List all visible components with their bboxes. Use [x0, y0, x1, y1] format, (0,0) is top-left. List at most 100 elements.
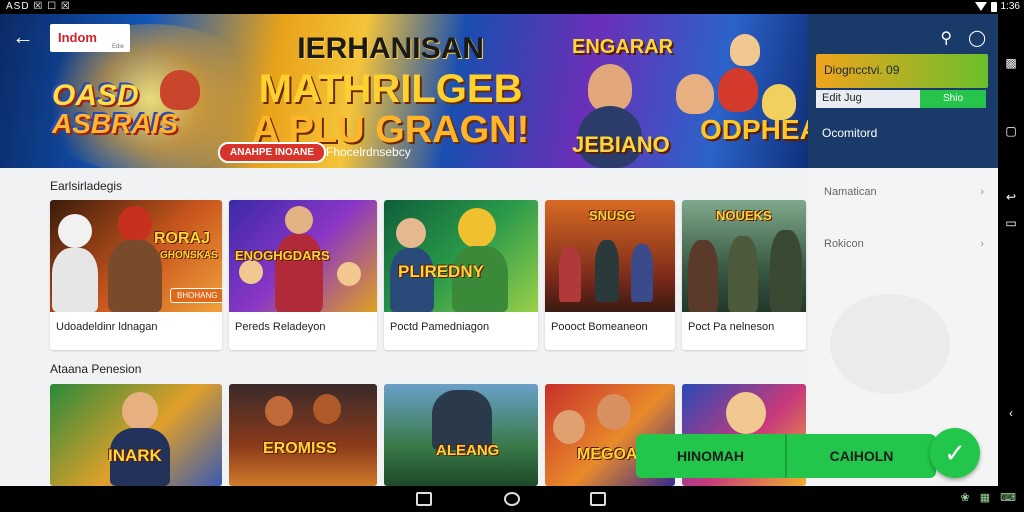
game-art-title: ENOGHGDARS [235, 248, 330, 263]
game-card-caption: Pereds Reladeyon [235, 321, 326, 333]
character-figure [730, 34, 760, 66]
character-head [553, 410, 585, 444]
character-body [728, 236, 758, 312]
section-title: Earlsirladegis [50, 179, 123, 193]
game-art-title: NOUEKS [716, 208, 772, 223]
status-bar: ASD ☒ ☐ ☒ 1:36 [0, 0, 1024, 14]
game-card-caption: Poctd Pamedniagon [390, 321, 490, 333]
tray-icons: ❀ ▦ ⌨ [960, 491, 1016, 504]
chevron-right-icon: › [980, 238, 984, 250]
chevron-right-icon: › [980, 186, 984, 198]
game-art: NOUEKS [682, 200, 806, 312]
section-title: Ataana Penesion [50, 362, 142, 376]
game-card[interactable]: INARK [50, 384, 222, 486]
sticker-top: ENGARAR [572, 36, 674, 58]
plant-icon: ❀ [960, 492, 970, 504]
game-art-subtitle: GHONSKAS [160, 250, 218, 261]
character-head [58, 214, 92, 248]
panel-row: Edit Jug Shio [816, 90, 986, 108]
character-head [458, 208, 496, 248]
battery-icon [990, 1, 997, 12]
game-logo-line2: ASBRAIS [52, 108, 179, 139]
game-card[interactable]: ENOGHGDARS Pereds Reladeyon [229, 200, 377, 350]
character-figure [718, 68, 758, 112]
game-art: ALEANG [384, 384, 538, 486]
character-figure [676, 74, 714, 114]
back-icon[interactable]: ↩ [1004, 190, 1018, 204]
character-head [285, 206, 313, 234]
side-panel: ⚲ ◯ Diogncctvi. 09 Edit Jug Shio Ocomito… [808, 14, 998, 168]
back-nav-icon[interactable] [416, 492, 432, 506]
game-card-caption: Poct Pa nelneson [688, 321, 775, 333]
panel-list-item-label: Namatican [824, 186, 877, 198]
sticker-mid: JEBIANO [572, 132, 670, 157]
primary-action-button[interactable]: HINOMAH [636, 434, 785, 478]
panel-row-label: Edit Jug [822, 92, 862, 104]
panel-row-button[interactable]: Shio [920, 90, 986, 108]
app-icon: ▦ [979, 492, 991, 504]
search-icon[interactable]: ⚲ [940, 28, 952, 48]
home-icon[interactable] [504, 492, 520, 506]
character-body [631, 244, 653, 302]
game-card[interactable]: NOUEKS Poct Pa nelneson [682, 200, 806, 350]
game-art: ENOGHGDARS [229, 200, 377, 312]
character-head [597, 394, 631, 430]
character-body [52, 248, 98, 312]
app: ← Indom Edie OASD ASBRAIS IERHANISAN MAT… [0, 14, 998, 486]
keyboard-icon: ⌨ [1000, 492, 1016, 504]
game-card[interactable]: ALEANG [384, 384, 538, 486]
game-card[interactable]: RORAJ GHONSKAS BHOHANG Udoadeldinr ldnag… [50, 200, 222, 350]
chat-icon[interactable]: ◯ [968, 28, 986, 48]
game-art-title: ALEANG [436, 442, 500, 459]
brand-name: Indom [58, 30, 97, 45]
cast-icon[interactable]: ▩ [1004, 56, 1018, 70]
panel-list-item[interactable]: Namatican › [824, 186, 984, 198]
panel-highlight[interactable]: Diogncctvi. 09 [816, 54, 988, 88]
panel-text: Ocomitord [822, 126, 878, 140]
secondary-action-button[interactable]: CAIHOLN [787, 434, 936, 478]
sticker-right: ODPHEAD [700, 114, 808, 145]
check-icon[interactable]: ✓ [930, 428, 980, 478]
game-art: RORAJ GHONSKAS BHOHANG [50, 200, 222, 312]
game-logo-line1: OASD [52, 79, 139, 112]
game-art: SNUSG [545, 200, 675, 312]
game-card[interactable]: SNUSG Poooct Bomeaneon [545, 200, 675, 350]
window-icon[interactable]: ▢ [1004, 124, 1018, 138]
chevron-left-icon[interactable]: ‹ [1004, 406, 1018, 420]
game-art: INARK [50, 384, 222, 486]
character-head [118, 206, 152, 242]
game-logo: OASD ASBRAIS [52, 79, 179, 139]
action-bar: HINOMAH CAIHOLN [636, 434, 936, 478]
recent-icon[interactable]: ▭ [1004, 216, 1018, 230]
character-body [275, 234, 323, 312]
back-arrow-icon[interactable]: ← [12, 24, 38, 50]
character-head [313, 394, 341, 424]
character-head [396, 218, 426, 248]
game-art-title: EROMISS [263, 440, 337, 457]
banner-cta-button[interactable]: ANAHPE INOANE [218, 142, 326, 163]
hero-banner[interactable]: ← Indom Edie OASD ASBRAIS IERHANISAN MAT… [0, 14, 808, 168]
recents-icon[interactable] [590, 492, 606, 506]
screen: ASD ☒ ☐ ☒ 1:36 ← Indom Edie OASD ASBRAIS… [0, 0, 1024, 512]
game-art-title: RORAJ [154, 230, 211, 247]
character-figure [588, 64, 632, 112]
brand-sub: Edie [111, 44, 124, 50]
panel-top-icons: ⚲ ◯ [940, 28, 986, 48]
hero-title-line1: IERHANISAN [297, 32, 484, 65]
game-card[interactable]: PLIREDNY Poctd Pamedniagon [384, 200, 538, 350]
creature-body [432, 390, 492, 450]
decorative-circle [830, 294, 950, 394]
panel-list-item[interactable]: Rokicon › [824, 238, 984, 250]
character-head [337, 262, 361, 286]
character-head [265, 396, 293, 426]
game-art: EROMISS [229, 384, 377, 486]
hero-title-line2: MATHRILGEB [258, 67, 523, 111]
game-art-title: PLIREDNY [398, 262, 484, 281]
game-art-title: SNUSG [589, 208, 636, 223]
game-card-caption: Poooct Bomeaneon [551, 321, 648, 333]
game-art: PLIREDNY [384, 200, 538, 312]
character-body [559, 246, 581, 302]
game-card[interactable]: EROMISS [229, 384, 377, 486]
game-card-caption: Udoadeldinr ldnagan [56, 321, 158, 333]
character-body [688, 240, 718, 312]
